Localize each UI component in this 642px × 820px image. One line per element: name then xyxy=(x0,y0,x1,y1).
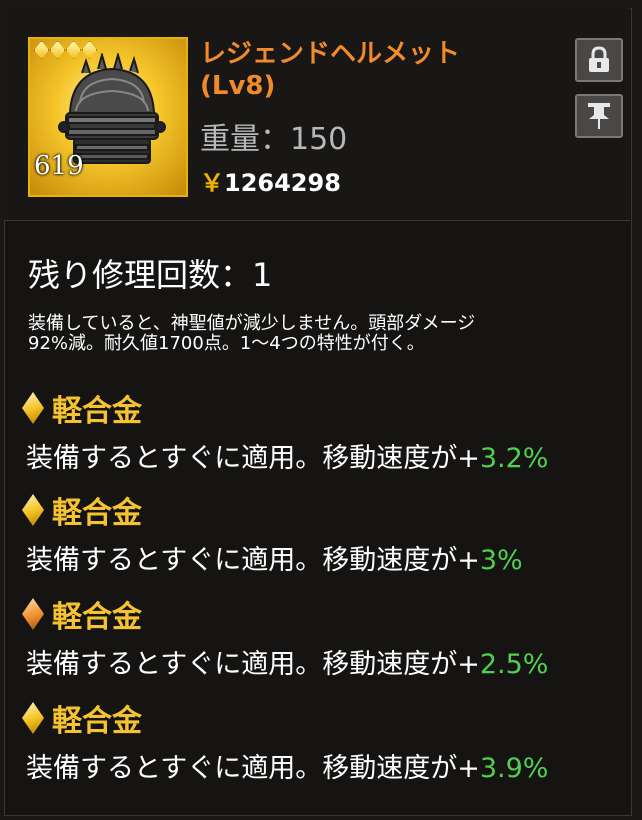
trait-effect: 装備するとすぐに適用。移動速度が+2.5% xyxy=(26,649,549,680)
lock-button[interactable] xyxy=(575,38,623,82)
item-stack-count: 619 xyxy=(34,151,84,181)
trait-value: 3% xyxy=(479,545,523,576)
item-price: ￥1264298 xyxy=(200,163,341,198)
item-description: 装備していると、神聖値が減少しません。頭部ダメージ 92%減。耐久値1700点。… xyxy=(28,314,598,354)
description-line-1: 装備していると、神聖値が減少しません。頭部ダメージ xyxy=(28,313,476,334)
trait-4: 軽合金 装備するとすぐに適用。移動速度が+3.9% xyxy=(22,696,622,785)
diamond-icon xyxy=(22,598,44,630)
trait-2: 軽合金 装備するとすぐに適用。移動速度が+3% xyxy=(22,488,622,577)
trait-name: 軽合金 xyxy=(52,600,142,635)
trait-name: 軽合金 xyxy=(52,394,142,429)
trait-value: 2.5% xyxy=(479,649,549,680)
trait-value: 3.2% xyxy=(479,443,549,474)
trait-1: 軽合金 装備するとすぐに適用。移動速度が+3.2% xyxy=(22,386,622,475)
trait-effect: 装備するとすぐに適用。移動速度が+3.2% xyxy=(26,443,549,474)
rarity-diamond-icon xyxy=(34,41,49,59)
trait-name: 軽合金 xyxy=(52,704,142,739)
item-level: (Lv8) xyxy=(200,71,276,101)
item-title: レジェンドヘルメット (Lv8) xyxy=(200,38,560,102)
price-value: 1264298 xyxy=(224,169,341,197)
pin-icon xyxy=(588,103,610,129)
repair-count: 残り修理回数：1 xyxy=(28,256,273,294)
diamond-icon xyxy=(22,392,44,424)
diamond-icon xyxy=(22,702,44,734)
diamond-icon xyxy=(22,494,44,526)
trait-effect: 装備するとすぐに適用。移動速度が+3% xyxy=(26,545,523,576)
description-line-2: 92%減。耐久値1700点。1～4つの特性が付く。 xyxy=(28,333,425,354)
item-weight: 重量：150 xyxy=(200,122,348,157)
item-name: レジェンドヘルメット xyxy=(200,39,461,69)
item-icon: 619 xyxy=(28,37,188,197)
trait-value: 3.9% xyxy=(479,753,549,784)
trait-name: 軽合金 xyxy=(52,496,142,531)
trait-effect: 装備するとすぐに適用。移動速度が+3.9% xyxy=(26,753,549,784)
yen-icon: ￥ xyxy=(200,169,224,197)
pin-button[interactable] xyxy=(575,94,623,138)
lock-icon xyxy=(589,46,609,72)
trait-3: 軽合金 装備するとすぐに適用。移動速度が+2.5% xyxy=(22,592,622,681)
